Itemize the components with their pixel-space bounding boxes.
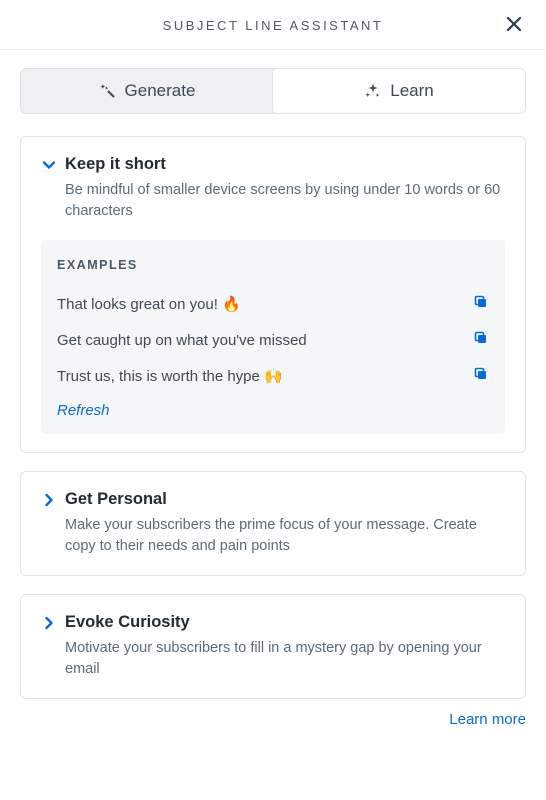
example-row: That looks great on you! 🔥 [57, 286, 489, 322]
tip-card-keep-it-short: Keep it short Be mindful of smaller devi… [20, 136, 526, 453]
copy-icon [473, 366, 489, 382]
example-text: That looks great on you! 🔥 [57, 295, 241, 313]
copy-button[interactable] [473, 294, 489, 314]
copy-button[interactable] [473, 366, 489, 386]
close-icon [504, 14, 524, 34]
tip-card-title: Keep it short [65, 155, 166, 174]
tab-generate[interactable]: Generate [21, 69, 273, 113]
example-row: Trust us, this is worth the hype 🙌 [57, 358, 489, 394]
copy-icon [473, 330, 489, 346]
modal-header: SUBJECT LINE ASSISTANT [0, 0, 546, 50]
tab-group: Generate Learn [20, 68, 526, 114]
wand-icon [99, 82, 117, 100]
refresh-link[interactable]: Refresh [57, 394, 110, 419]
close-button[interactable] [504, 14, 524, 39]
example-text: Get caught up on what you've missed [57, 332, 307, 349]
chevron-down-icon [41, 157, 57, 173]
tip-card-header[interactable]: Keep it short [41, 155, 505, 174]
modal-content: Generate Learn Keep it short Be mindful … [0, 50, 546, 699]
tip-card-evoke-curiosity: Evoke Curiosity Motivate your subscriber… [20, 594, 526, 699]
tab-learn-label: Learn [390, 81, 433, 101]
tip-card-desc: Be mindful of smaller device screens by … [65, 180, 505, 222]
tab-learn[interactable]: Learn [272, 68, 526, 114]
modal-title: SUBJECT LINE ASSISTANT [163, 18, 384, 33]
examples-heading: EXAMPLES [57, 258, 489, 272]
tip-card-desc: Motivate your subscribers to fill in a m… [65, 638, 505, 680]
chevron-right-icon [41, 492, 57, 508]
example-row: Get caught up on what you've missed [57, 322, 489, 358]
tip-card-title: Get Personal [65, 490, 167, 509]
tip-card-get-personal: Get Personal Make your subscribers the p… [20, 471, 526, 576]
learn-more-link[interactable]: Learn more [0, 699, 546, 728]
tab-generate-label: Generate [125, 81, 196, 101]
chevron-right-icon [41, 615, 57, 631]
tip-card-desc: Make your subscribers the prime focus of… [65, 515, 505, 557]
examples-panel: EXAMPLES That looks great on you! 🔥 Get … [41, 240, 505, 434]
tip-card-header[interactable]: Evoke Curiosity [41, 613, 505, 632]
copy-icon [473, 294, 489, 310]
sparkle-icon [364, 82, 382, 100]
copy-button[interactable] [473, 330, 489, 350]
tip-card-header[interactable]: Get Personal [41, 490, 505, 509]
example-text: Trust us, this is worth the hype 🙌 [57, 367, 283, 385]
tip-card-title: Evoke Curiosity [65, 613, 190, 632]
